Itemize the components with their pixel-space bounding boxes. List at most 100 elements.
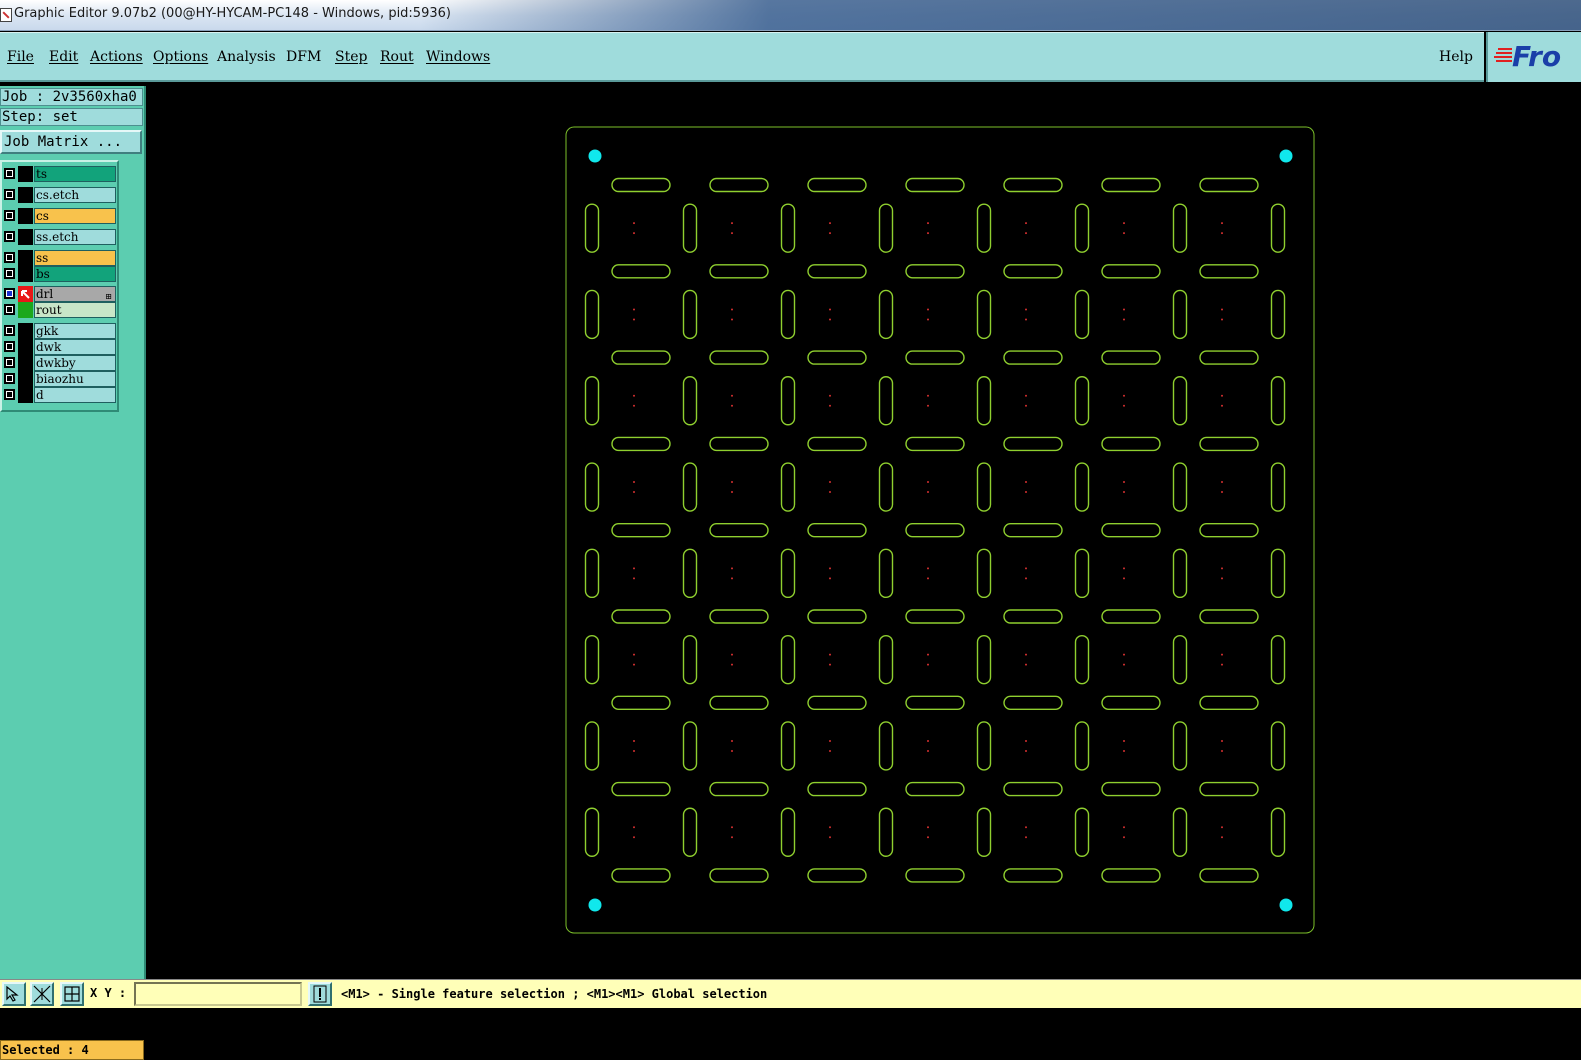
layer-name[interactable]: rout bbox=[34, 302, 116, 318]
drill-hole bbox=[731, 653, 733, 656]
grid-snap-icon[interactable] bbox=[60, 982, 84, 1006]
drill-hole bbox=[1221, 826, 1223, 829]
layer-name[interactable]: ts bbox=[34, 166, 116, 182]
layer-name[interactable]: ss bbox=[34, 250, 116, 266]
drill-hole bbox=[1025, 222, 1027, 225]
layer-name[interactable]: ss.etch bbox=[34, 229, 116, 245]
drill-hole bbox=[1025, 404, 1027, 407]
menu-analysis[interactable]: Analysis bbox=[217, 49, 276, 65]
drill-hole bbox=[633, 663, 635, 666]
menu-dfm[interactable]: DFM bbox=[286, 49, 321, 65]
layer-name[interactable]: cs.etch bbox=[34, 187, 116, 203]
drill-hole bbox=[829, 836, 831, 839]
layer-checkbox[interactable] bbox=[4, 168, 15, 179]
layer-name[interactable]: gkk bbox=[34, 323, 116, 339]
arrow-icon[interactable] bbox=[18, 286, 33, 302]
layer-checkbox[interactable] bbox=[4, 389, 15, 400]
layer-color-swatch[interactable] bbox=[18, 323, 33, 339]
layer-color-swatch[interactable] bbox=[18, 250, 33, 266]
layer-name[interactable]: biaozhu bbox=[34, 371, 116, 387]
layer-color-swatch[interactable] bbox=[18, 371, 33, 387]
layer-checkbox[interactable] bbox=[4, 252, 15, 263]
menu-actions[interactable]: Actions bbox=[90, 49, 143, 65]
layer-name[interactable]: dwkby bbox=[34, 355, 116, 371]
drill-hole bbox=[1025, 491, 1027, 494]
layer-color-swatch[interactable] bbox=[18, 266, 33, 282]
menu-help[interactable]: Help bbox=[1439, 49, 1473, 65]
drill-hole bbox=[927, 826, 929, 829]
drill-hole bbox=[829, 222, 831, 225]
layer-name[interactable]: drl ⊞ bbox=[34, 286, 116, 302]
app-icon bbox=[0, 8, 12, 22]
menu-windows[interactable]: Windows bbox=[426, 49, 490, 65]
title-bar-background bbox=[420, 0, 1581, 30]
layer-row-drl[interactable]: drl ⊞ bbox=[2, 286, 118, 302]
layer-row-d[interactable]: d bbox=[2, 387, 118, 403]
drill-hole bbox=[927, 739, 929, 742]
layer-color-swatch[interactable] bbox=[18, 302, 33, 318]
drill-hole bbox=[1123, 749, 1125, 752]
drill-hole bbox=[1221, 394, 1223, 397]
drill-hole bbox=[1123, 491, 1125, 494]
drill-hole bbox=[633, 394, 635, 397]
drill-hole bbox=[731, 749, 733, 752]
layer-color-swatch[interactable] bbox=[18, 339, 33, 355]
layer-name[interactable]: cs bbox=[34, 208, 116, 224]
layer-color-swatch[interactable] bbox=[18, 187, 33, 203]
layer-checkbox[interactable] bbox=[4, 357, 15, 368]
mouse-hint: <M1> - Single feature selection ; <M1><M… bbox=[341, 987, 768, 1001]
drill-hole bbox=[1123, 836, 1125, 839]
drill-hole bbox=[1221, 567, 1223, 570]
drill-hole bbox=[731, 318, 733, 321]
layer-name[interactable]: d bbox=[34, 387, 116, 403]
layer-checkbox[interactable] bbox=[4, 373, 15, 384]
layer-checkbox[interactable] bbox=[4, 341, 15, 352]
menu-rout[interactable]: Rout bbox=[380, 49, 414, 65]
layer-checkbox[interactable] bbox=[4, 325, 15, 336]
layer-checkbox[interactable] bbox=[4, 189, 15, 200]
layer-row-ts[interactable]: ts bbox=[2, 166, 118, 182]
layer-checkbox[interactable] bbox=[4, 304, 15, 315]
drill-hole bbox=[633, 404, 635, 407]
layer-name[interactable]: dwk bbox=[34, 339, 116, 355]
layer-row-gkk[interactable]: gkk bbox=[2, 323, 118, 339]
window-title: Graphic Editor 9.07b2 (00@HY-HYCAM-PC148… bbox=[14, 6, 451, 21]
layer-row-cs[interactable]: cs bbox=[2, 208, 118, 224]
cursor-icon[interactable] bbox=[2, 982, 26, 1006]
drill-hole bbox=[927, 491, 929, 494]
layer-color-swatch[interactable] bbox=[18, 355, 33, 371]
layer-row-biaozhu[interactable]: biaozhu bbox=[2, 371, 118, 387]
cross-cursor-icon[interactable] bbox=[30, 982, 54, 1006]
layer-row-ss[interactable]: ss bbox=[2, 250, 118, 266]
layer-row-dwk[interactable]: dwk bbox=[2, 339, 118, 355]
drill-hole bbox=[1221, 232, 1223, 235]
layer-color-swatch[interactable] bbox=[18, 208, 33, 224]
layer-color-swatch[interactable] bbox=[18, 229, 33, 245]
xy-coordinate-input[interactable] bbox=[134, 982, 302, 1006]
menu-file[interactable]: File bbox=[7, 49, 34, 65]
drill-hole bbox=[1025, 836, 1027, 839]
layer-row-ss-etch[interactable]: ss.etch bbox=[2, 229, 118, 245]
layer-row-dwkby[interactable]: dwkby bbox=[2, 355, 118, 371]
layer-checkbox[interactable] bbox=[4, 288, 15, 299]
menu-edit[interactable]: Edit bbox=[49, 49, 78, 65]
layer-checkbox[interactable] bbox=[4, 231, 15, 242]
layer-checkbox[interactable] bbox=[4, 268, 15, 279]
drill-hole bbox=[1123, 481, 1125, 484]
drill-hole bbox=[927, 577, 929, 580]
layer-name[interactable]: bs bbox=[34, 266, 116, 282]
layer-row-bs[interactable]: bs bbox=[2, 266, 118, 282]
layer-color-swatch[interactable] bbox=[18, 387, 33, 403]
layer-row-rout[interactable]: rout bbox=[2, 302, 118, 318]
menu-step[interactable]: Step bbox=[335, 49, 367, 65]
layer-row-cs-etch[interactable]: cs.etch bbox=[2, 187, 118, 203]
layer-checkbox[interactable] bbox=[4, 210, 15, 221]
layer-color-swatch[interactable] bbox=[18, 166, 33, 182]
menu-options[interactable]: Options bbox=[153, 49, 208, 65]
graphic-canvas[interactable] bbox=[146, 84, 1581, 978]
drill-hole bbox=[1221, 481, 1223, 484]
drill-hole bbox=[1025, 577, 1027, 580]
exclamation-icon[interactable] bbox=[308, 982, 332, 1006]
drill-hole bbox=[1221, 749, 1223, 752]
job-matrix-button[interactable]: Job Matrix ... bbox=[0, 130, 142, 154]
